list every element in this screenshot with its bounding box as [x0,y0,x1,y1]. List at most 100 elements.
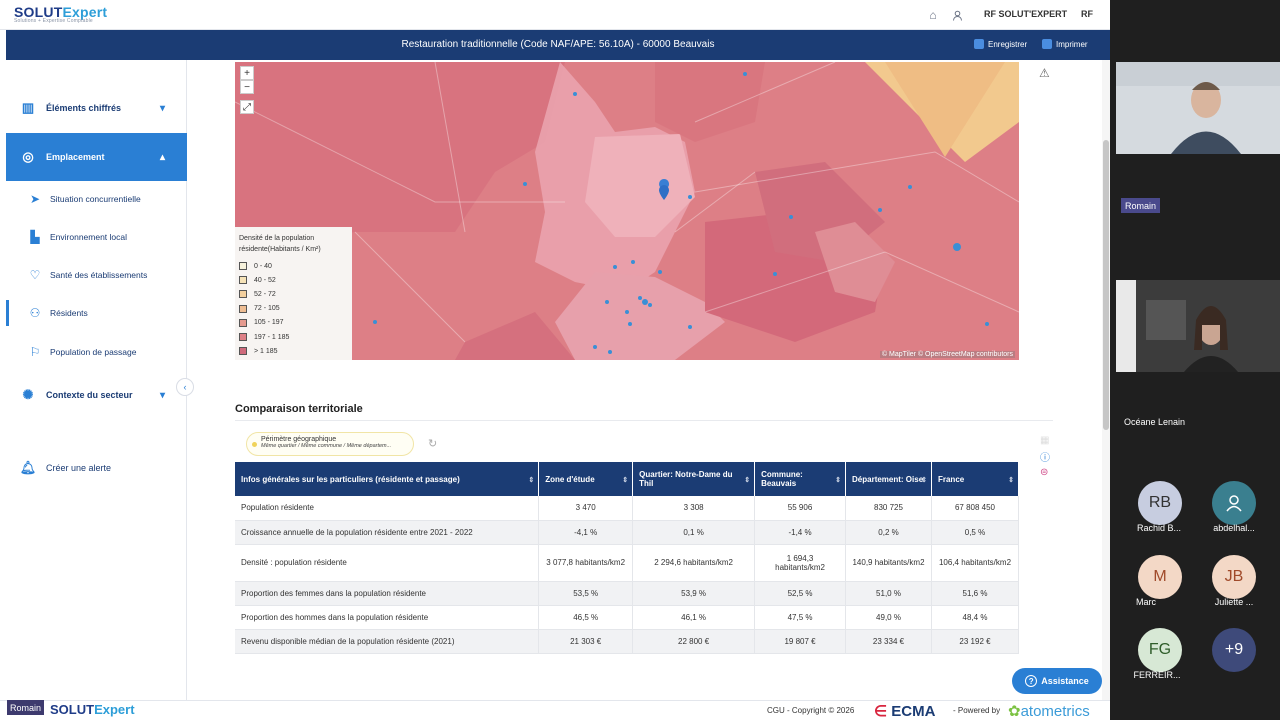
column-header[interactable]: Commune: Beauvais ⇕ [754,462,847,496]
table-row: Croissance annuelle de la population rés… [235,520,1020,545]
main-content: + − ⤢ Densité de la population résidente… [188,60,1102,700]
participant-avatar[interactable]: RB [1138,481,1182,525]
home-icon[interactable]: ⌂ [926,8,940,22]
value-cell: 55 906 [754,496,847,521]
comparison-table: Infos générales sur les particuliers (ré… [235,462,1020,654]
legend-label: 0 - 40 [254,262,272,270]
participant-name: FERREIR... [1133,670,1181,680]
people-icon: ⚇ [29,306,41,320]
video-tile-romain[interactable] [1116,62,1280,154]
self-name-tag: Romain [7,700,45,715]
participant-avatar[interactable]: JB [1212,555,1256,599]
assistance-button[interactable]: ? Assistance [1012,668,1102,694]
legend-swatch [239,318,247,327]
participant-avatar[interactable]: FG [1138,628,1182,672]
location-target-icon: ◎ [22,149,34,164]
sidebar-subitem-label: Situation concurrentielle [50,194,141,204]
info-icon[interactable]: ⓘ [1040,449,1050,464]
legend-row: 52 - 72 [239,287,348,301]
legend-row: 72 - 105 [239,302,348,316]
user-account-label[interactable]: RF SOLUT'EXPERT [984,9,1067,19]
sidebar-item-elements-chiffres[interactable]: ▥ Éléments chiffrés ▾ [6,93,187,123]
row-label-cell: Croissance annuelle de la population rés… [235,520,540,545]
reset-icon[interactable]: ↻ [428,437,437,450]
sidebar-item-creer-alerte[interactable]: 🔔︎ Créer une alerte [6,453,187,483]
density-map[interactable]: + − ⤢ Densité de la population résidente… [235,62,1019,360]
cgu-link[interactable]: CGU - Copyright © 2026 [767,706,854,715]
column-header[interactable]: France ⇕ [931,462,1020,496]
video-tile-oceane[interactable] [1116,280,1280,372]
atometrics-text: atometrics [1020,703,1090,720]
value-cell: 22 800 € [632,629,756,654]
value-cell: 47,5 % [754,605,847,630]
brand-logo[interactable]: SOLUTExpert Solutions + Expertise Compta… [14,4,107,24]
bell-plus-icon: 🔔︎ [19,460,37,475]
sidebar-item-emplacement[interactable]: ◎ Emplacement ▴ [6,133,187,181]
zoom-out-button[interactable]: − [240,80,254,94]
participant-video-romain [1116,62,1280,154]
sidebar-subitem-residents[interactable]: ⚇ Résidents [6,300,187,326]
column-header[interactable]: Département: Oise ⇕ [845,462,932,496]
participant-avatar[interactable]: M [1138,555,1182,599]
legend-label: > 1 185 [254,347,278,355]
question-icon: ? [1025,675,1038,687]
grid-icon[interactable]: ▦ [1040,435,1050,446]
more-participants-button[interactable]: +9 [1212,628,1256,672]
row-label-cell: Proportion des femmes dans la population… [235,581,540,606]
legend-rows: 0 - 40 40 - 52 52 - 72 72 - 105 105 - 197 197… [239,259,348,358]
footer: SOLUTExpert CGU - Copyright © 2026 ∈ ECM… [0,700,1110,720]
legend-label: 197 - 1 185 [254,333,290,341]
user-initials[interactable]: RF [1081,9,1093,19]
vertical-scrollbar[interactable] [1102,60,1110,700]
column-header[interactable]: Infos générales sur les particuliers (ré… [235,462,540,496]
sidebar-subitem-sante-etablissements[interactable]: ♡ Santé des établissements [6,262,187,288]
participant-name-oceane: Océane Lenain [1124,417,1186,427]
legend-label: 52 - 72 [254,290,276,298]
avatar-initials: FG [1148,641,1172,658]
factory-icon: ▙ [30,230,40,244]
legend-label: 40 - 52 [254,276,276,284]
participant-name-chip: Romain [1121,198,1161,213]
print-button[interactable]: Imprimer [1042,39,1088,49]
row-label-cell: Densité : population résidente [235,544,540,582]
sidebar-item-label: Créer une alerte [46,463,112,473]
report-title-bar: Restauration traditionnelle (Code NAF/AP… [6,30,1110,60]
sidebar-subitem-environnement-local[interactable]: ▙ Environnement local [6,224,187,250]
participant-video-oceane [1116,280,1280,372]
value-cell: 3 077,8 habitants/km2 [538,544,634,582]
column-header[interactable]: Quartier: Notre-Dame du Thil ⇕ [632,462,756,496]
save-icon [974,39,984,49]
participant-avatar[interactable] [1212,481,1256,525]
row-label-cell: Population résidente [235,496,540,521]
legend-swatch [239,333,247,342]
column-header[interactable]: Zone d'étude ⇕ [538,462,634,496]
value-cell: 3 308 [632,496,756,521]
value-cell: 1 694,3 habitants/km2 [754,544,847,582]
value-cell: 2 294,6 habitants/km2 [632,544,756,582]
scrollbar-thumb[interactable] [1103,140,1109,430]
fullscreen-button[interactable]: ⤢ [240,100,254,114]
sidebar-subitem-label: Santé des établissements [50,270,148,280]
more-count: +9 [1224,641,1244,658]
fish-icon: ➤ [29,192,41,206]
zoom-in-button[interactable]: + [240,66,254,80]
sidebar-subitem-situation-concurrentielle[interactable]: ➤ Situation concurrentielle [6,186,187,212]
legend-row: > 1 185 [239,344,348,358]
save-button[interactable]: Enregistrer [974,39,1027,49]
participant-name: abdelhal... [1213,523,1255,533]
assistance-label: Assistance [1041,676,1089,686]
perimeter-filter-chip[interactable]: Périmètre géographique Même quartier / M… [246,432,414,456]
warning-icon[interactable]: ⚠ [1039,66,1050,80]
table-side-icons: ▦ ⓘ ⊜ [1040,435,1050,478]
sort-icon: ⇕ [835,477,842,484]
column-header-label: Infos générales sur les particuliers (ré… [241,474,460,484]
map-attribution[interactable]: © MapTiler © OpenStreetMap contributors [879,351,1015,358]
status-dot [252,442,257,447]
sort-icon: ⇕ [921,477,927,484]
legend-row: 0 - 40 [239,259,348,273]
sidebar-subitem-population-passage[interactable]: ⚐ Population de passage [6,339,187,365]
user-icon[interactable] [950,8,964,22]
sidebar-item-contexte-secteur[interactable]: ✺ Contexte du secteur ▾ [6,380,187,410]
sort-icon: ⇕ [1008,477,1014,484]
sync-icon[interactable]: ⊜ [1040,467,1050,478]
